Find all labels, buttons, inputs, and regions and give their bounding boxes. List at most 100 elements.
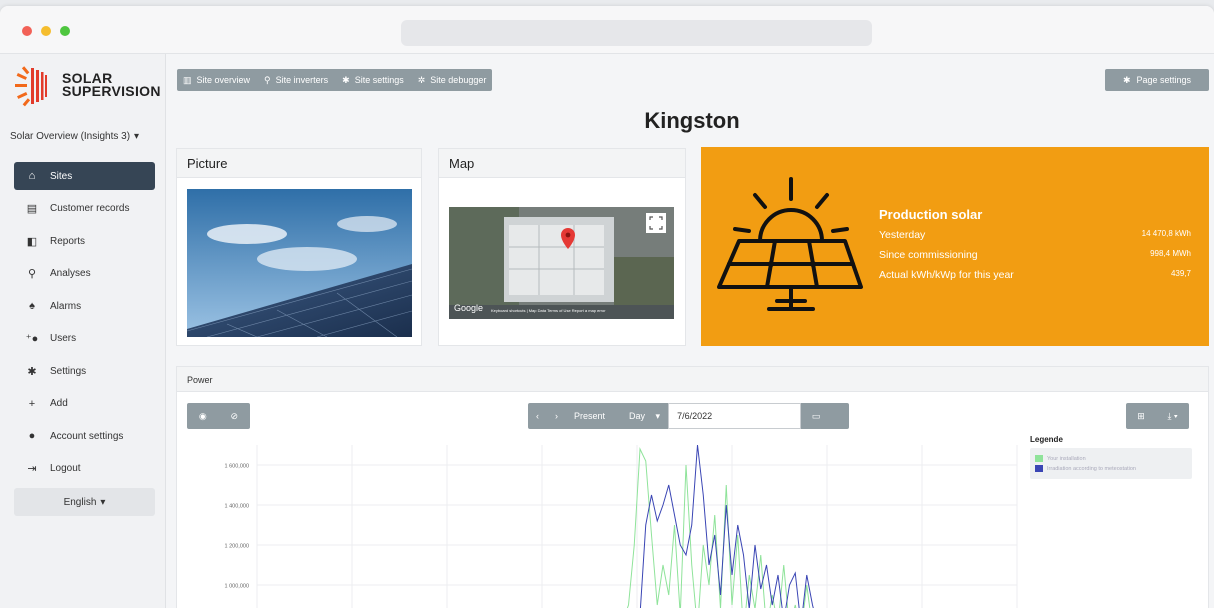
sidebar-item-add[interactable]: + Add <box>14 390 155 418</box>
file-icon: ▤ <box>26 203 38 215</box>
site-tabs: ▥ Site overview ⚲ Site inverters ✱ Site set… <box>177 69 493 91</box>
sidebar-item-label: Users <box>50 333 77 344</box>
production-row-yesterday: Yesterday 14 470,8 kWh <box>879 229 1191 241</box>
download-icon[interactable]: ⤓ ▾ <box>1167 411 1177 422</box>
logout-icon: ⇥ <box>27 463 37 475</box>
production-label: Actual kWh/kWp for this year <box>879 269 1014 281</box>
search-icon: ⚲ <box>264 74 271 85</box>
add-user-icon: ⁺● <box>25 333 39 345</box>
table-view-icon[interactable]: ⊞ <box>1137 411 1145 422</box>
sidebar-item-label: Customer records <box>50 203 130 214</box>
tab-site-overview[interactable]: ▥ Site overview <box>183 75 250 86</box>
hide-all-eye-slash-icon[interactable]: ⊘ <box>231 411 239 422</box>
browser-titlebar <box>0 6 1214 54</box>
tab-site-inverters-label: Site inverters <box>275 75 329 85</box>
date-navigator: ‹ › Present Day ▾ 7/6/2022 ▭ <box>528 403 849 429</box>
language-label: English <box>63 496 97 508</box>
production-value: 439,7 <box>1170 269 1191 278</box>
search-icon: ⚲ <box>27 268 37 280</box>
gear-icon: ✱ <box>27 365 37 378</box>
map-card-title: Map <box>439 149 685 178</box>
power-line-chart: 1 600,0001 400,0001 200,0001 000,000800,… <box>225 444 1018 608</box>
previous-period-chevron-icon[interactable]: ‹ <box>528 411 547 421</box>
period-select[interactable]: Day ▾ <box>613 411 668 422</box>
workspace-label: Solar Overview (Insights 3) <box>10 130 131 142</box>
power-card: Power ◉ ⊘ ‹ › Present Day ▾ 7/6/2022 ▭ ⊞… <box>176 366 1209 608</box>
production-label: Yesterday <box>879 229 926 241</box>
y-tick-label: 1 200,000 <box>225 544 249 550</box>
sidebar-item-sites[interactable]: ⌂ Sites <box>14 162 155 190</box>
book-icon: ◧ <box>26 235 38 248</box>
tab-site-settings-label: Site settings <box>354 75 404 85</box>
brand-line-2: SUPERVISION <box>62 83 161 99</box>
production-card: Production solar Yesterday 14 470,8 kWh … <box>701 147 1209 346</box>
tab-site-inverters[interactable]: ⚲ Site inverters <box>264 75 328 86</box>
sidebar-item-account-settings[interactable]: ● Account settings <box>14 422 155 450</box>
sidebar-item-analyses[interactable]: ⚲ Analyses <box>14 260 155 288</box>
legend-label: Irradiation according to meteostation <box>1047 465 1136 472</box>
chart-icon: ▥ <box>183 74 192 85</box>
legend-item-irradiation[interactable]: Irradiation according to meteostation <box>1035 465 1187 472</box>
chart-tools-group: ⊞ ⤓ ▾ <box>1126 403 1189 429</box>
visibility-toggle-group: ◉ ⊘ <box>187 403 250 429</box>
gear-icon: ✱ <box>1122 74 1131 85</box>
y-tick-label: 1 600,000 <box>225 464 249 470</box>
y-tick-label: 1 000,000 <box>225 584 249 590</box>
calendar-icon[interactable]: ▭ <box>801 403 831 429</box>
gear-icon: ✱ <box>342 74 350 85</box>
satellite-map[interactable]: Google Keyboard shortcuts | Map Data Ter… <box>449 207 674 319</box>
sidebar-item-label: Sites <box>50 170 73 182</box>
sidebar-item-label: Account settings <box>50 430 124 442</box>
caret-down-icon: ▾ <box>100 496 106 508</box>
map-card: Map Google Keyboard shortcuts | Map Data… <box>438 148 686 346</box>
picture-card-title: Picture <box>177 149 421 178</box>
sidebar-item-users[interactable]: ⁺● Users <box>14 325 155 353</box>
sidebar-item-settings[interactable]: ✱ Settings <box>14 357 155 385</box>
close-window-button[interactable] <box>22 26 32 36</box>
site-photo <box>187 189 412 337</box>
language-select[interactable]: English ▾ <box>14 488 155 516</box>
sidebar-item-alarms[interactable]: ♠ Alarms <box>14 292 155 320</box>
sidebar-item-label: Add <box>50 398 68 409</box>
sun-logo-icon <box>15 66 47 107</box>
solar-supervision-logo[interactable]: SOLAR SUPERVISION <box>14 66 164 110</box>
sidebar-nav: ⌂ Sites ▤ Customer records ◧ Reports ⚲ Analyses… <box>14 162 155 487</box>
sidebar-item-label: Settings <box>50 365 87 377</box>
production-row-kwh-kwp: Actual kWh/kWp for this year 439,7 <box>879 269 1191 281</box>
bug-icon: ✲ <box>417 74 426 85</box>
map-attribution: Keyboard shortcuts | Map Data Terms of U… <box>491 308 606 313</box>
sidebar: SOLAR SUPERVISION Solar Overview (Insigh… <box>0 54 166 608</box>
production-row-commissioning: Since commissioning 998,4 MWh <box>879 249 1191 261</box>
sidebar-item-label: Analyses <box>50 268 91 279</box>
address-bar[interactable] <box>401 20 872 46</box>
power-card-title: Power <box>177 367 1208 392</box>
legend-label: Your installation <box>1047 455 1086 462</box>
tab-site-debugger-label: Site debugger <box>430 75 487 85</box>
minimize-window-button[interactable] <box>41 26 51 36</box>
production-value: 14 470,8 kWh <box>1141 229 1191 238</box>
sidebar-item-customer-records[interactable]: ▤ Customer records <box>14 195 155 223</box>
bell-icon: ♠ <box>29 300 35 312</box>
tab-site-overview-label: Site overview <box>196 75 251 85</box>
chart-legend: Legende Your installation Irradiation ac… <box>1030 435 1192 487</box>
show-all-eye-icon[interactable]: ◉ <box>199 411 207 422</box>
next-period-chevron-icon[interactable]: › <box>547 411 566 421</box>
sidebar-item-logout[interactable]: ⇥ Logout <box>14 455 155 483</box>
date-input[interactable]: 7/6/2022 <box>668 403 802 429</box>
maximize-window-button[interactable] <box>60 26 70 36</box>
browser-window: SOLAR SUPERVISION Solar Overview (Insigh… <box>0 6 1214 608</box>
sidebar-item-reports[interactable]: ◧ Reports <box>14 227 155 255</box>
page-settings-button[interactable]: ✱ Page settings <box>1105 69 1209 91</box>
legend-item-installation[interactable]: Your installation <box>1035 455 1187 462</box>
solar-panel-icon <box>717 177 863 311</box>
caret-down-icon: ▾ <box>134 130 140 142</box>
tab-site-debugger[interactable]: ✲ Site debugger <box>418 75 487 86</box>
plus-icon: + <box>28 397 36 410</box>
workspace-select[interactable]: Solar Overview (Insights 3) ▾ <box>10 124 156 148</box>
brand-name: SOLAR SUPERVISION <box>62 71 161 99</box>
page-settings-label: Page settings <box>1136 75 1192 85</box>
present-button[interactable]: Present <box>566 411 613 421</box>
production-title: Production solar <box>879 207 983 222</box>
sidebar-item-label: Alarms <box>50 300 82 312</box>
tab-site-settings[interactable]: ✱ Site settings <box>342 75 404 86</box>
